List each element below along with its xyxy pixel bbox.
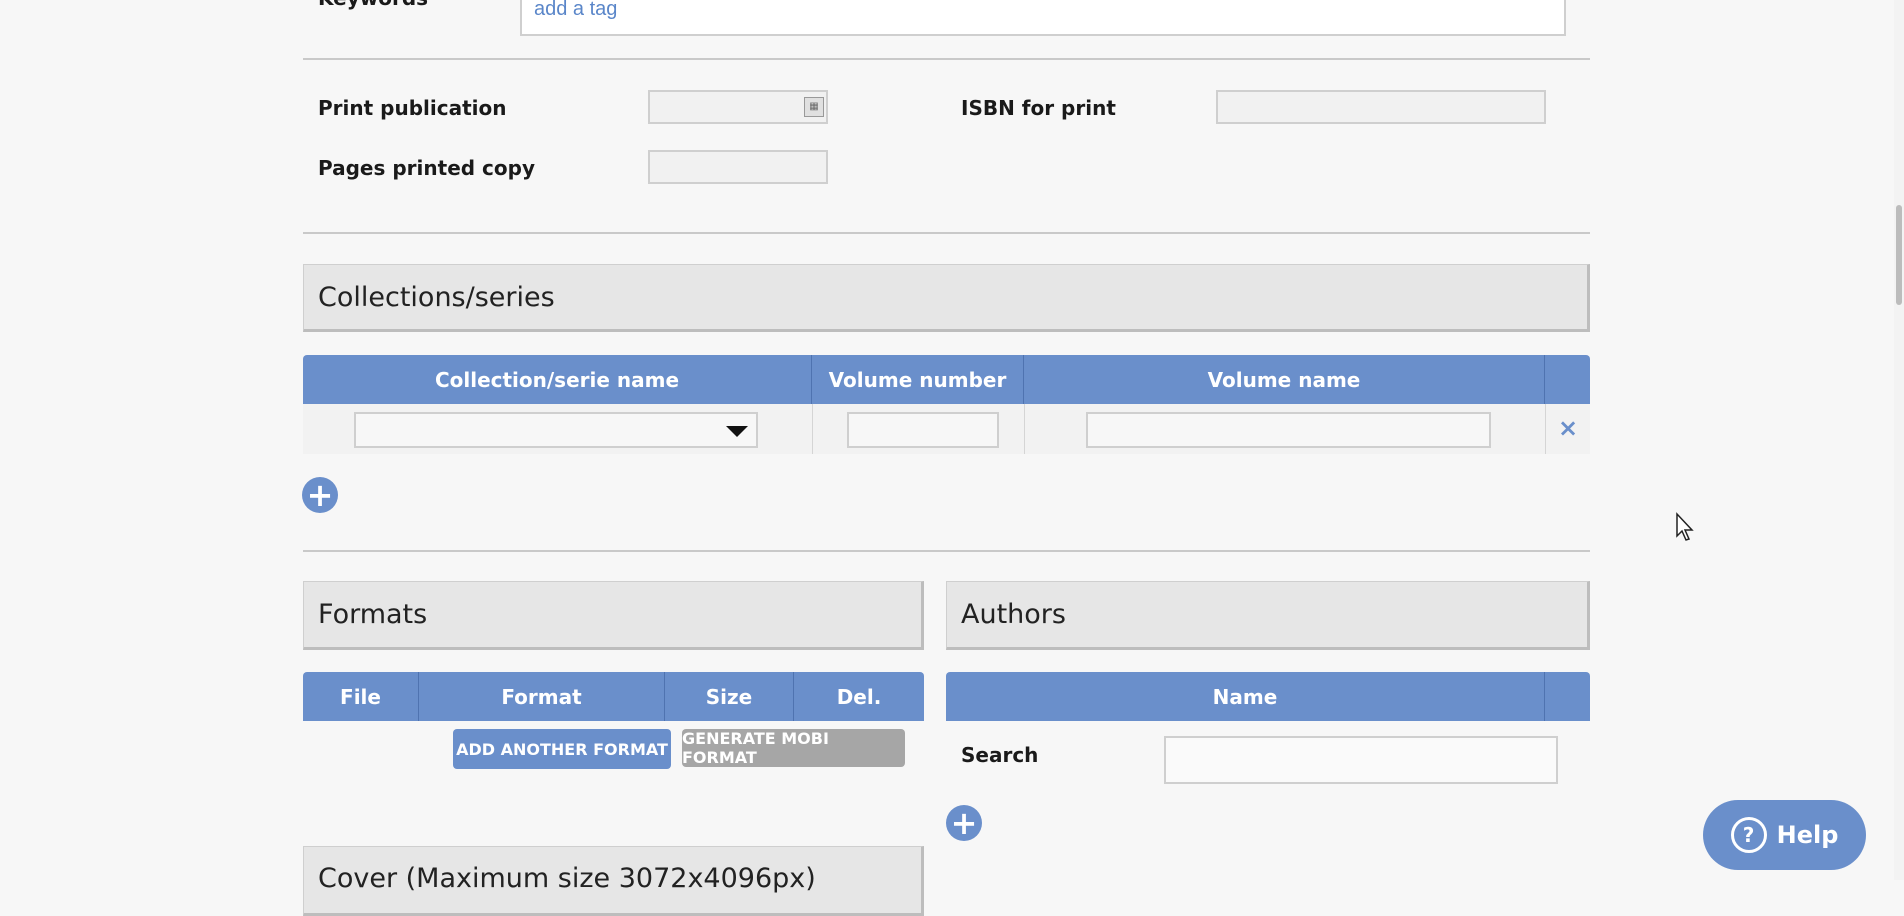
isbn-print-input[interactable] <box>1216 90 1546 124</box>
authors-title: Authors <box>961 599 1066 630</box>
add-another-format-button[interactable]: ADD ANOTHER FORMAT <box>453 729 671 769</box>
column-actions <box>1545 672 1590 721</box>
volume-number-input[interactable] <box>847 412 999 448</box>
column-format: Format <box>419 672 665 721</box>
column-file: File <box>303 672 419 721</box>
print-publication-date-input[interactable]: ▦ <box>648 90 828 124</box>
remove-icon[interactable]: × <box>1555 413 1581 443</box>
pages-printed-input[interactable] <box>648 150 828 184</box>
authors-table-header: Name <box>946 672 1590 721</box>
volume-name-input[interactable] <box>1086 412 1491 448</box>
mouse-cursor-icon <box>1676 512 1694 541</box>
cell-divider <box>812 404 813 454</box>
add-collection-icon[interactable]: + <box>302 477 338 513</box>
pages-printed-label: Pages printed copy <box>318 156 535 180</box>
keywords-label: Keywords <box>318 0 428 10</box>
collections-title: Collections/series <box>318 281 555 313</box>
formats-title: Formats <box>318 599 428 630</box>
collections-section-header: Collections/series <box>303 264 1590 332</box>
column-size: Size <box>665 672 794 721</box>
help-label: Help <box>1776 821 1839 849</box>
collection-name-select[interactable] <box>354 412 758 448</box>
author-search-input[interactable] <box>1164 736 1558 784</box>
column-volume-number: Volume number <box>812 355 1024 404</box>
cell-divider <box>1024 404 1025 454</box>
divider <box>303 232 1590 234</box>
help-button[interactable]: ? Help <box>1703 800 1866 870</box>
calendar-icon[interactable]: ▦ <box>804 97 824 117</box>
chevron-down-icon <box>726 426 748 437</box>
generate-mobi-format-button[interactable]: GENERATE MOBI FORMAT <box>682 729 905 767</box>
column-actions <box>1545 355 1590 404</box>
keywords-placeholder: add a tag <box>534 0 618 20</box>
formats-table-header: File Format Size Del. <box>303 672 924 721</box>
column-collection-name: Collection/serie name <box>303 355 812 404</box>
question-icon: ? <box>1730 817 1767 853</box>
authors-section-header: Authors <box>946 581 1590 650</box>
scrollbar-thumb[interactable] <box>1896 205 1902 305</box>
divider <box>303 58 1590 60</box>
print-publication-label: Print publication <box>318 96 507 120</box>
collections-table-header: Collection/serie name Volume number Volu… <box>303 355 1590 404</box>
cover-section-header: Cover (Maximum size 3072x4096px) <box>303 846 924 916</box>
column-delete: Del. <box>836 684 882 709</box>
author-search-label: Search <box>961 743 1039 767</box>
formats-section-header: Formats <box>303 581 924 650</box>
column-volume-name: Volume name <box>1024 355 1545 404</box>
cell-divider <box>1545 404 1546 454</box>
isbn-print-label: ISBN for print <box>961 96 1116 120</box>
divider <box>303 550 1590 552</box>
collection-row: × <box>303 404 1590 454</box>
keywords-tag-input[interactable]: add a tag <box>520 0 1566 36</box>
column-name: Name <box>946 672 1545 721</box>
cover-title: Cover (Maximum size 3072x4096px) <box>318 863 816 894</box>
scrollbar-track[interactable] <box>1894 0 1904 880</box>
book-edit-form: Keywords add a tag Print publication ▦ I… <box>0 0 1904 916</box>
add-author-icon[interactable]: + <box>946 805 982 841</box>
